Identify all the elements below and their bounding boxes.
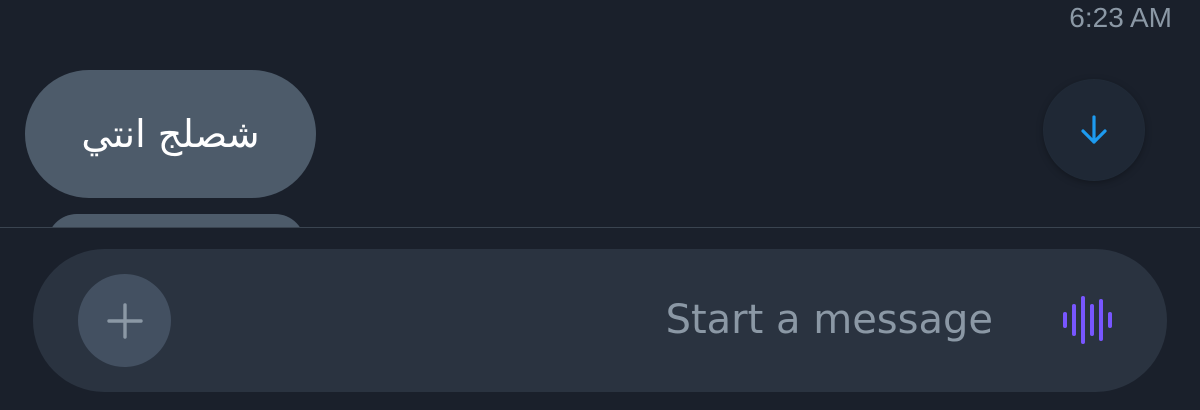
message-composer <box>33 249 1167 392</box>
voice-waveform-icon <box>1063 296 1112 344</box>
message-list[interactable]: 6:23 AM شصلج انتي <box>0 0 1200 227</box>
message-timestamp: 6:23 AM <box>1069 2 1172 33</box>
received-message-bubble[interactable]: شصلج انتي <box>25 70 316 198</box>
message-input[interactable] <box>193 285 993 355</box>
composer-divider <box>0 227 1200 228</box>
dm-conversation-screen: 6:23 AM شصلج انتي <box>0 0 1200 410</box>
voice-message-button[interactable] <box>1053 285 1123 355</box>
received-message-bubble-partial[interactable] <box>47 214 305 227</box>
scroll-to-bottom-button[interactable] <box>1044 80 1144 180</box>
add-media-button[interactable] <box>78 274 171 367</box>
arrow-down-icon <box>1081 115 1107 144</box>
plus-icon <box>106 302 143 339</box>
message-text: شصلج انتي <box>81 112 260 156</box>
